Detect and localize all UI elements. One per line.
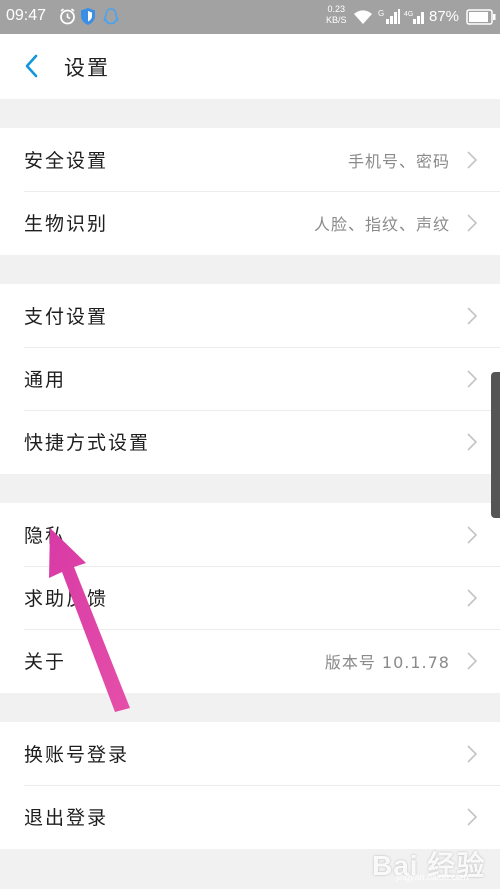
settings-group-about: 隐私 求助反馈 关于 版本号 10.1.78 (0, 503, 500, 693)
version-value: 版本号 10.1.78 (324, 653, 450, 672)
wifi-icon (354, 10, 372, 24)
settings-item-label: 通用 (24, 369, 67, 391)
signal-4g-icon: 4G (404, 11, 424, 24)
settings-item-security[interactable]: 安全设置 手机号、密码 (0, 128, 500, 192)
settings-item-value: 人脸、指纹、声纹 (313, 215, 450, 234)
watermark-logo: Bai 经验 jingyan.baidu.com (356, 832, 496, 884)
settings-item-label: 快捷方式设置 (24, 432, 151, 454)
net-speed-value: 0.23 (327, 4, 346, 14)
back-arrow-icon (25, 54, 38, 78)
chevron-right-icon (467, 370, 478, 388)
settings-item-general[interactable]: 通用 (0, 347, 500, 411)
settings-item-label: 求助反馈 (24, 588, 109, 610)
chevron-right-icon (467, 526, 478, 544)
chevron-right-icon (467, 652, 478, 670)
settings-item-payment[interactable]: 支付设置 (0, 284, 500, 348)
settings-item-about[interactable]: 关于 版本号 10.1.78 (0, 629, 500, 693)
page-title: 设置 (64, 56, 110, 80)
svg-text:4G: 4G (404, 11, 413, 18)
chevron-right-icon (467, 745, 478, 763)
qq-icon (103, 8, 119, 25)
status-bar: 09:47 0.23 KB/S G 4G 87% (0, 0, 500, 34)
battery-icon (466, 9, 496, 25)
settings-item-shortcuts[interactable]: 快捷方式设置 (0, 410, 500, 474)
signal-icon: G (378, 9, 400, 24)
scrollbar-handle[interactable] (491, 372, 500, 518)
net-speed: 0.23 KB/S (326, 4, 347, 26)
settings-item-label: 换账号登录 (24, 744, 130, 766)
settings-group-general: 支付设置 通用 快捷方式设置 (0, 284, 500, 474)
chevron-right-icon (467, 808, 478, 826)
settings-item-label: 生物识别 (24, 213, 109, 235)
svg-text:G: G (378, 9, 384, 18)
settings-item-switch-account[interactable]: 换账号登录 (0, 722, 500, 786)
settings-item-privacy[interactable]: 隐私 (0, 503, 500, 567)
net-speed-unit: KB/S (326, 15, 347, 25)
settings-item-value: 手机号、密码 (347, 152, 450, 171)
settings-item-label: 隐私 (24, 525, 67, 547)
settings-item-label: 退出登录 (24, 807, 109, 829)
watermark-subtext: jingyan.baidu.com (396, 872, 469, 882)
battery-percent: 87% (429, 8, 460, 25)
alarm-icon (60, 8, 75, 25)
settings-group-login: 换账号登录 退出登录 (0, 722, 500, 849)
settings-item-feedback[interactable]: 求助反馈 (0, 566, 500, 630)
back-button[interactable] (14, 48, 50, 84)
header-bar: 设置 (0, 34, 500, 99)
status-time: 09:47 (6, 7, 47, 24)
chevron-right-icon (467, 214, 478, 232)
chevron-right-icon (467, 151, 478, 169)
chevron-right-icon (467, 589, 478, 607)
shield-icon (81, 8, 95, 25)
settings-item-biometrics[interactable]: 生物识别 人脸、指纹、声纹 (0, 191, 500, 255)
settings-item-label: 关于 (24, 651, 67, 673)
chevron-right-icon (467, 307, 478, 325)
settings-item-label: 安全设置 (24, 150, 109, 172)
settings-group-account: 安全设置 手机号、密码 生物识别 人脸、指纹、声纹 (0, 128, 500, 255)
chevron-right-icon (467, 433, 478, 451)
settings-item-label: 支付设置 (24, 306, 109, 328)
